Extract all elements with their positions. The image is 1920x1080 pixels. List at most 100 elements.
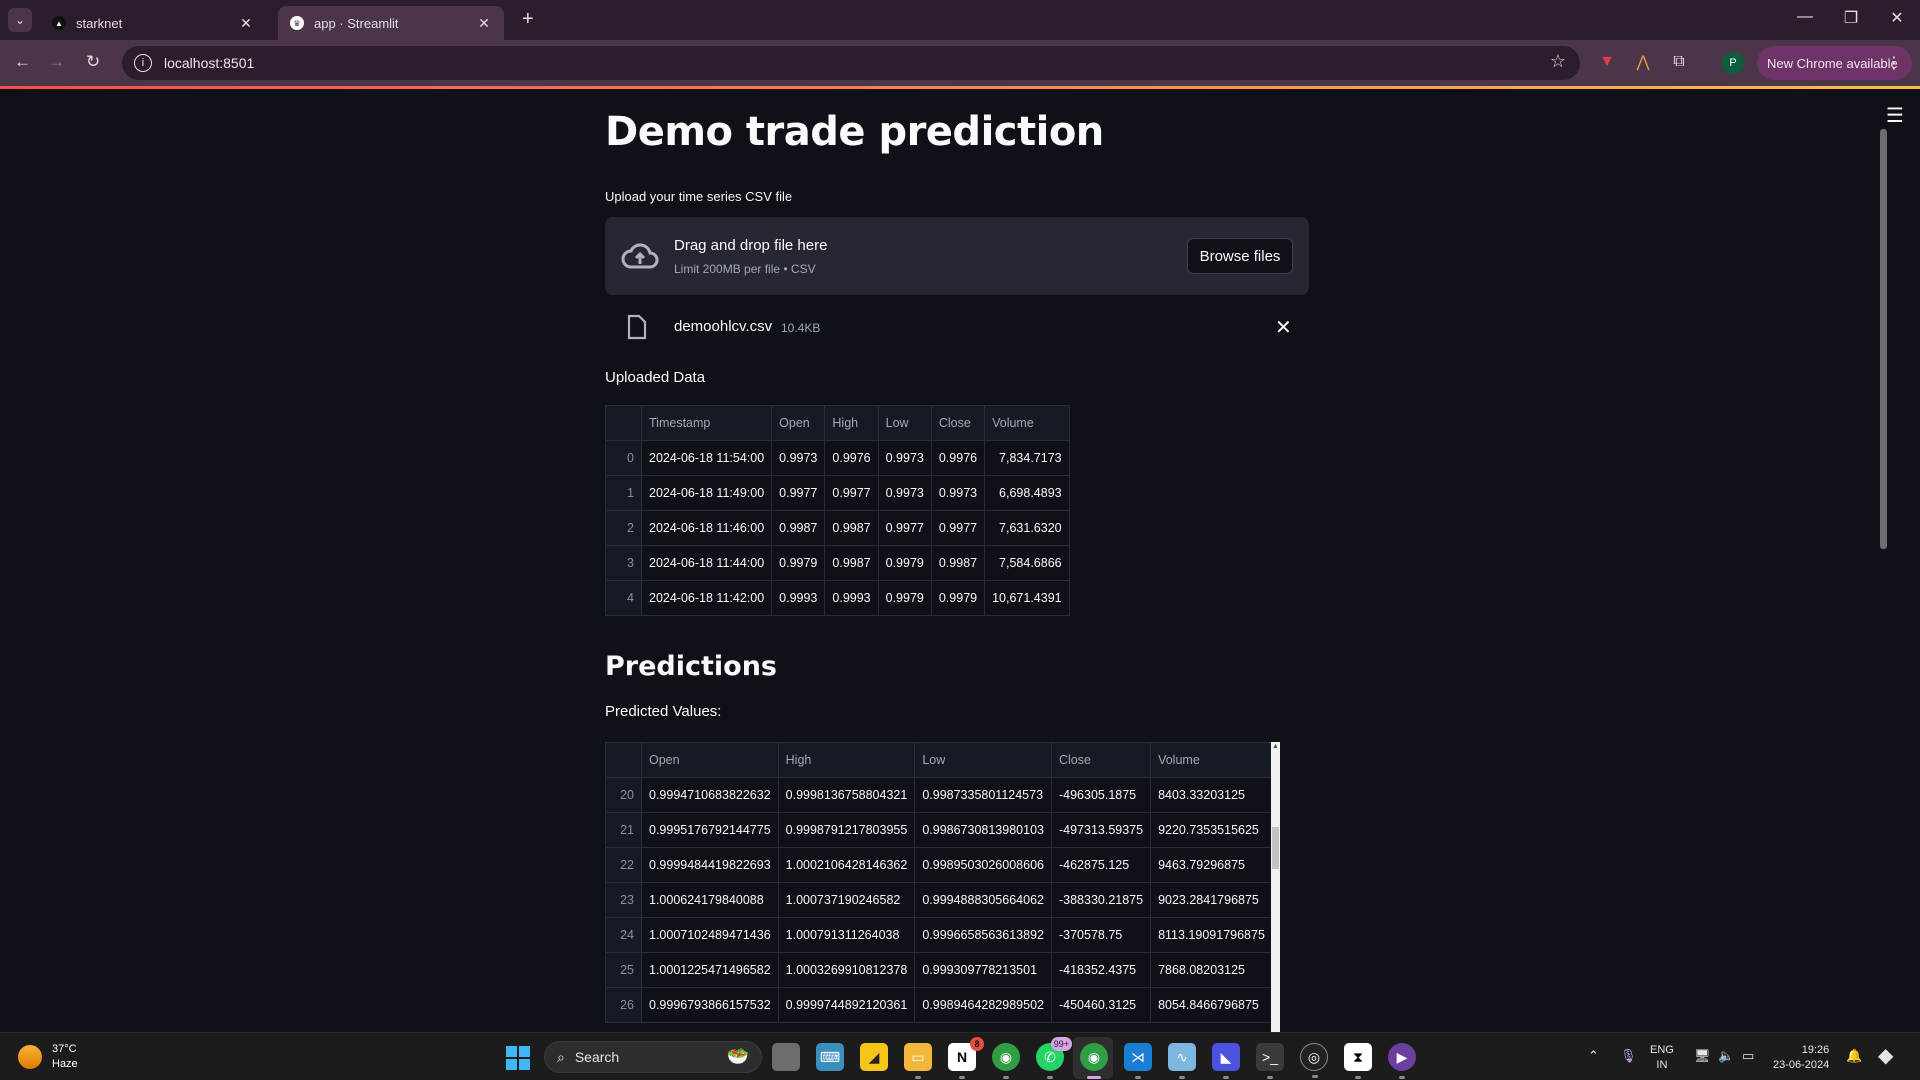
system-clock[interactable]: 19:26 23-06-2024	[1773, 1043, 1829, 1073]
touch-keyboard-icon[interactable]: ⌨	[816, 1043, 844, 1071]
task-view-icon[interactable]	[772, 1043, 800, 1071]
new-chrome-available-button[interactable]: New Chrome available ⋮	[1757, 46, 1912, 80]
resource-monitor-icon[interactable]: ∿	[1168, 1043, 1196, 1079]
row-index[interactable]: 0	[605, 440, 642, 476]
row-index[interactable]: 22	[605, 847, 642, 883]
table-cell[interactable]: 0.9979	[930, 580, 986, 616]
pocket-extension-icon[interactable]: ▼	[1596, 51, 1618, 73]
remove-file-icon[interactable]: ✕	[1275, 315, 1292, 340]
table-cell[interactable]: -450460.3125	[1050, 987, 1152, 1023]
row-index[interactable]: 21	[605, 812, 642, 848]
table-cell[interactable]: 0.999309778213501	[914, 952, 1052, 988]
row-index[interactable]: 4	[605, 580, 642, 616]
terminal-icon[interactable]: >_	[1256, 1043, 1284, 1079]
close-tab-icon[interactable]: ✕	[238, 15, 254, 32]
page-scrollbar[interactable]	[1880, 129, 1887, 549]
table-cell[interactable]: 0.9977	[824, 475, 879, 511]
table-cell[interactable]: 2024-06-18 11:44:00	[640, 545, 773, 581]
table-cell[interactable]: 0.9994710683822632	[641, 777, 779, 813]
table-cell[interactable]: 0.9979	[877, 580, 932, 616]
extensions-puzzle-icon[interactable]: ⧉	[1668, 51, 1690, 73]
table-cell[interactable]: 2024-06-18 11:42:00	[640, 580, 773, 616]
table-cell[interactable]: 1.0001225471496582	[641, 952, 779, 988]
whatsapp-icon[interactable]: ✆ 99+	[1036, 1037, 1072, 1079]
table-cell[interactable]: 10,671.4391	[984, 580, 1070, 616]
tab-starknet[interactable]: ▲ starknet ✕	[40, 6, 266, 40]
close-window-button[interactable]: ✕	[1882, 8, 1912, 28]
table-cell[interactable]: 7,834.7173	[984, 440, 1070, 476]
table-cell[interactable]: 9463.79296875	[1150, 847, 1273, 883]
tab-search-button[interactable]: ⌄	[8, 8, 32, 32]
table-cell[interactable]: 0.9987335801124573	[914, 777, 1052, 813]
table-cell[interactable]: 7,584.6866	[984, 545, 1070, 581]
row-index[interactable]: 24	[605, 917, 642, 953]
volume-icon[interactable]: 🔈	[1718, 1048, 1734, 1064]
table-cell[interactable]: 1.0007102489471436	[641, 917, 779, 953]
site-info-icon[interactable]: i	[134, 54, 152, 72]
table-cell[interactable]: 0.9989503026008606	[914, 847, 1052, 883]
table-cell[interactable]: -496305.1875	[1050, 777, 1152, 813]
windows-start-icon[interactable]	[506, 1046, 530, 1070]
table-cell[interactable]: 2024-06-18 11:49:00	[640, 475, 773, 511]
table-cell[interactable]: 2024-06-18 11:46:00	[640, 510, 773, 546]
table-cell[interactable]: 0.9977	[930, 510, 986, 546]
sticky-notes-icon[interactable]: ◢	[860, 1043, 888, 1071]
table-cell[interactable]: 1.000624179840088	[641, 882, 779, 918]
table-cell[interactable]: 7,631.6320	[984, 510, 1070, 546]
table-cell[interactable]: 0.9987	[824, 510, 879, 546]
table-cell[interactable]: 0.9995176792144775	[641, 812, 779, 848]
table-cell[interactable]: 0.9999744892120361	[777, 987, 916, 1023]
table-cell[interactable]: 0.9986730813980103	[914, 812, 1052, 848]
bookmark-star-icon[interactable]: ☆	[1550, 51, 1566, 72]
table-cell[interactable]: 0.9999484419822693	[641, 847, 779, 883]
table-cell[interactable]: 0.9998136758804321	[777, 777, 916, 813]
table-row[interactable]: 23 1.000624179840088 1.000737190246582 0.99…	[605, 882, 1273, 918]
scroll-up-arrow-icon[interactable]: ▲	[1272, 743, 1279, 750]
table-cell[interactable]: 0.9973	[877, 440, 932, 476]
table-cell[interactable]: 6,698.4893	[984, 475, 1070, 511]
row-index[interactable]: 2	[605, 510, 642, 546]
table-row[interactable]: 26 0.9996793866157532 0.9999744892120361 0.…	[605, 987, 1273, 1023]
table-cell[interactable]: 8054.8466796875	[1150, 987, 1273, 1023]
table-cell[interactable]: -418352.4375	[1050, 952, 1152, 988]
table-cell[interactable]: 0.9979	[877, 545, 932, 581]
row-index[interactable]: 3	[605, 545, 642, 581]
copilot-icon[interactable]: ◆	[1878, 1043, 1893, 1068]
main-menu-icon[interactable]: ☰	[1886, 103, 1904, 128]
column-header[interactable]: Open	[771, 405, 826, 441]
table-cell[interactable]: 1.0003269910812378	[777, 952, 916, 988]
row-index[interactable]: 26	[605, 987, 642, 1023]
table-cell[interactable]: 0.9996793866157532	[641, 987, 779, 1023]
media-player-icon[interactable]: ▶	[1388, 1043, 1416, 1079]
table-cell[interactable]: 0.9977	[877, 510, 932, 546]
table-cell[interactable]: 1.000737190246582	[777, 882, 916, 918]
column-header[interactable]: Open	[641, 742, 779, 778]
table-cell[interactable]: 2024-06-18 11:54:00	[640, 440, 773, 476]
table-row[interactable]: 24 1.0007102489471436 1.000791311264038 0.9…	[605, 917, 1273, 953]
column-header[interactable]: High	[824, 405, 879, 441]
table-cell[interactable]: 0.9977	[771, 475, 826, 511]
table-cell[interactable]: 0.9973	[771, 440, 826, 476]
index-header[interactable]	[605, 405, 642, 441]
chrome-profile-icon[interactable]: ◉	[992, 1043, 1020, 1079]
table-cell[interactable]: 0.9994888305664062	[914, 882, 1052, 918]
table-cell[interactable]: -370578.75	[1050, 917, 1152, 953]
table-row[interactable]: 25 1.0001225471496582 1.0003269910812378 0.…	[605, 952, 1273, 988]
back-arrow-icon[interactable]: ←	[14, 52, 31, 72]
minimize-button[interactable]: —	[1790, 8, 1820, 26]
file-explorer-icon[interactable]: ▭	[904, 1043, 932, 1079]
notion-icon[interactable]: N8	[948, 1037, 984, 1079]
more-menu-icon[interactable]: ⋮	[1886, 53, 1902, 73]
forward-arrow-icon[interactable]: →	[48, 52, 65, 72]
table-cell[interactable]: 0.9993	[771, 580, 826, 616]
browse-files-button[interactable]: Browse files	[1187, 238, 1293, 274]
column-header[interactable]: Volume	[1150, 742, 1273, 778]
table-row[interactable]: 20 0.9994710683822632 0.9998136758804321 0.…	[605, 777, 1273, 813]
table-cell[interactable]: -462875.125	[1050, 847, 1152, 883]
table-cell[interactable]: 0.9973	[877, 475, 932, 511]
table-cell[interactable]: 0.9973	[930, 475, 986, 511]
capcut-icon[interactable]: ⧗	[1344, 1043, 1372, 1079]
file-dropzone[interactable]: Drag and drop file here Limit 200MB per …	[605, 217, 1309, 295]
table-cell[interactable]: 7868.08203125	[1150, 952, 1273, 988]
table-cell[interactable]: 0.9989464282989502	[914, 987, 1052, 1023]
